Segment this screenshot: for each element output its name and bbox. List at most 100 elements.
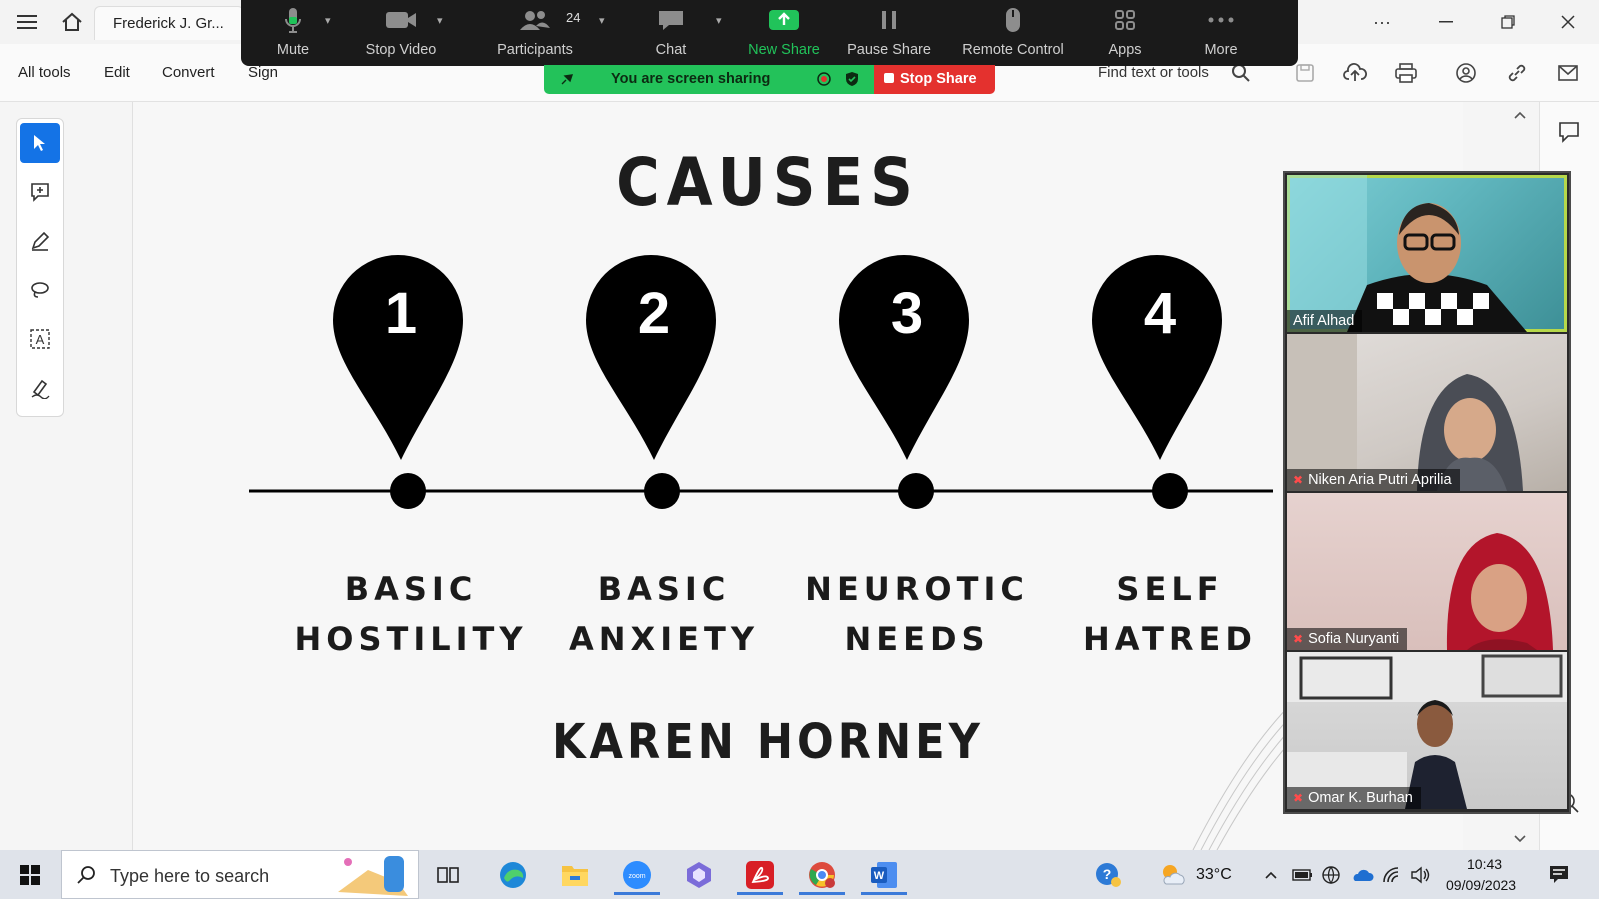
video-tile-omar[interactable]: ✖ Omar K. Burhan [1287, 652, 1567, 809]
task-view-icon[interactable] [425, 854, 471, 895]
document-tab[interactable]: Frederick J. Gr... [94, 6, 244, 40]
search-placeholder: Type here to search [110, 866, 270, 886]
sharing-status-text: You are screen sharing [611, 71, 771, 87]
menu-convert[interactable]: Convert [162, 64, 215, 81]
windows-start-icon[interactable] [7, 854, 53, 895]
pause-share-button[interactable]: Pause Share [841, 0, 937, 66]
more-dots-icon [1208, 17, 1234, 23]
minimize-icon[interactable] [1418, 0, 1474, 44]
select-tool-icon[interactable] [20, 123, 60, 163]
text-box-icon[interactable]: A [20, 319, 60, 359]
windows-taskbar: Type here to search zoom W ? 33°C 10:43 … [0, 850, 1599, 899]
cause-1-line-1: BASIC [344, 570, 478, 608]
participants-icon [520, 11, 550, 30]
chat-bubble-icon [659, 11, 683, 30]
close-icon[interactable] [1540, 0, 1596, 44]
network-globe-icon[interactable] [1321, 865, 1343, 885]
participants-options-caret[interactable]: ▾ [599, 14, 605, 27]
weather-temperature[interactable]: 33°C [1196, 866, 1232, 884]
copilot-app-icon[interactable] [676, 854, 722, 895]
word-app-icon[interactable]: W [861, 854, 907, 895]
clock-date[interactable]: 09/09/2023 [1446, 877, 1516, 893]
chat-options-caret[interactable]: ▾ [716, 14, 722, 27]
weather-icon[interactable] [1150, 854, 1196, 895]
cause-3-line-1: NEUROTIC [805, 570, 1029, 608]
video-feed [1287, 652, 1567, 809]
video-tile-afif[interactable]: Afif Alhad [1287, 175, 1567, 332]
menu-all-tools[interactable]: All tools [18, 64, 71, 81]
stop-share-button[interactable]: Stop Share [874, 65, 995, 94]
edge-browser-icon[interactable] [490, 854, 536, 895]
screen-sharing-banner[interactable]: You are screen sharing [544, 65, 874, 94]
chrome-app-icon[interactable] [799, 854, 845, 895]
help-notification-icon[interactable]: ? [1085, 854, 1131, 895]
clock-time[interactable]: 10:43 [1467, 856, 1502, 872]
mute-options-caret[interactable]: ▾ [325, 14, 331, 27]
onedrive-cloud-icon[interactable] [1350, 867, 1374, 883]
highlight-pen-icon[interactable] [20, 221, 60, 261]
participant-name-2-text: Niken Aria Putri Aprilia [1308, 472, 1452, 488]
cause-label-1: BASIC HOSTILITY [281, 564, 541, 664]
wifi-icon[interactable] [1382, 866, 1404, 884]
participant-name-3-text: Sofia Nuryanti [1308, 631, 1400, 647]
zoom-app-icon[interactable]: zoom [614, 854, 660, 895]
email-icon[interactable] [1553, 58, 1583, 88]
battery-icon[interactable] [1292, 868, 1314, 882]
participant-name-4: ✖ Omar K. Burhan [1287, 787, 1421, 809]
comments-panel-icon[interactable] [1557, 120, 1581, 144]
add-comment-icon[interactable] [20, 172, 60, 212]
more-options-icon[interactable]: ··· [1354, 0, 1410, 44]
menu-edit[interactable]: Edit [104, 64, 130, 81]
find-text-or-tools[interactable]: Find text or tools [1098, 64, 1209, 81]
mouse-icon [1006, 8, 1020, 32]
chat-button[interactable]: Chat [641, 0, 701, 66]
cause-1-line-2: HOSTILITY [294, 620, 528, 658]
pin-toolbar-icon[interactable] [560, 72, 574, 86]
more-button[interactable]: More [1191, 0, 1251, 66]
search-icon [77, 866, 95, 884]
share-user-icon[interactable] [1451, 58, 1481, 88]
restore-icon[interactable] [1480, 0, 1536, 44]
search-highlight-illustration-icon [338, 856, 408, 896]
video-tile-niken[interactable]: ✖ Niken Aria Putri Aprilia [1287, 334, 1567, 491]
chat-label: Chat [655, 42, 687, 58]
draw-lasso-icon[interactable] [20, 270, 60, 310]
video-feed [1446, 533, 1553, 650]
share-screen-icon [769, 10, 799, 30]
show-hidden-icons-chevron-icon[interactable] [1264, 870, 1278, 880]
home-icon[interactable] [50, 0, 94, 44]
security-shield-icon[interactable] [844, 71, 860, 87]
video-camera-icon [386, 12, 416, 28]
new-share-button[interactable]: New Share [739, 0, 829, 66]
hamburger-menu-icon[interactable] [5, 0, 49, 44]
acrobat-app-icon[interactable] [737, 854, 783, 895]
cause-label-3: NEUROTIC NEEDS [787, 564, 1047, 664]
video-options-caret[interactable]: ▾ [437, 14, 443, 27]
cause-4-line-2: HATRED [1083, 620, 1257, 658]
stop-video-button[interactable]: Stop Video [359, 0, 443, 66]
mic-muted-icon: ✖ [1293, 473, 1304, 487]
print-icon[interactable] [1391, 58, 1421, 88]
link-icon[interactable] [1502, 58, 1532, 88]
volume-icon[interactable] [1410, 866, 1432, 884]
cloud-upload-icon[interactable] [1340, 58, 1370, 88]
svg-text:W: W [874, 870, 885, 882]
video-tile-sofia[interactable]: ✖ Sofia Nuryanti [1287, 493, 1567, 650]
pause-share-label: Pause Share [847, 42, 931, 58]
mute-button[interactable]: Mute [261, 0, 325, 66]
menu-sign[interactable]: Sign [248, 64, 278, 81]
taskbar-search[interactable]: Type here to search [61, 850, 419, 899]
sign-pen-icon[interactable] [20, 368, 60, 408]
notification-center-icon[interactable] [1548, 864, 1570, 886]
apps-label: Apps [1108, 42, 1142, 58]
participant-name-1: Afif Alhad [1287, 310, 1363, 332]
timeline-dot-4 [1152, 473, 1188, 509]
pin-number-3: 3 [890, 281, 924, 346]
cause-3-line-2: NEEDS [844, 620, 990, 658]
remote-control-button[interactable]: Remote Control [952, 0, 1074, 66]
apps-button[interactable]: Apps [1095, 0, 1155, 66]
svg-text:?: ? [1103, 866, 1112, 882]
file-explorer-icon[interactable] [552, 854, 598, 895]
zoom-meeting-toolbar: Mute ▾ Stop Video ▾ Participants 24 ▾ Ch… [241, 0, 1298, 66]
cause-2-line-2: ANXIETY [569, 620, 759, 658]
